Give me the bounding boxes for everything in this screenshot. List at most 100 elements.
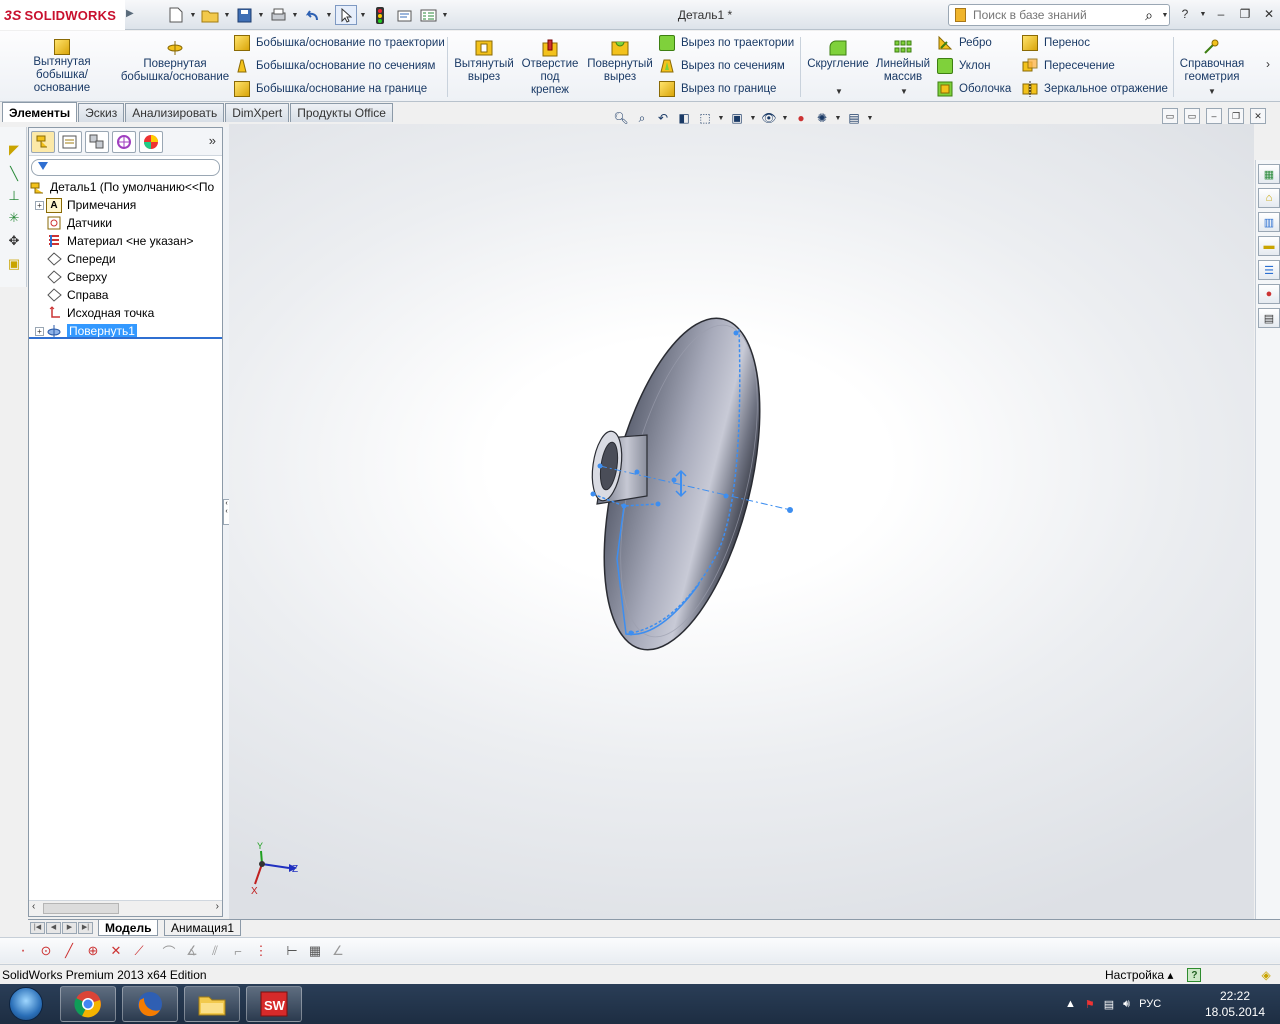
options-dropdown-icon[interactable]: ▼ (441, 12, 449, 19)
search-dropdown-icon[interactable]: ▼ (1161, 12, 1169, 19)
scene-dropdown-icon[interactable]: ▼ (834, 115, 842, 122)
menu-arrow-icon[interactable]: ▶ (126, 8, 134, 19)
viewport-close-icon[interactable]: ✕ (1250, 108, 1266, 124)
more-commands-icon[interactable]: › (1266, 57, 1270, 71)
lofted-cut-button[interactable]: Вырез по сечениям (659, 56, 785, 76)
file-explorer-icon[interactable]: ▥ (1258, 212, 1280, 232)
undo-icon[interactable] (301, 5, 323, 25)
relations-icon[interactable]: ⋮ (252, 942, 270, 960)
rebuild-traffic-light-icon[interactable] (369, 5, 391, 25)
wrap-button[interactable]: Перенос (1022, 33, 1090, 53)
tree-filter-input[interactable] (31, 159, 220, 176)
tree-item-top-plane[interactable]: Сверху (29, 268, 222, 286)
tab-dimxpert[interactable]: DimXpert (225, 103, 290, 122)
swept-cut-button[interactable]: Вырез по траектории (659, 33, 794, 53)
zoom-to-fit-icon[interactable]: 🔍︎ (612, 109, 630, 127)
open-dropdown-icon[interactable]: ▼ (223, 12, 231, 19)
help-dropdown-icon[interactable]: ▼ (1199, 11, 1207, 18)
apply-scene-icon[interactable]: ✺ (813, 109, 831, 127)
instant3d-icon[interactable]: ▣ (5, 255, 23, 273)
help-status-icon[interactable]: ? (1187, 968, 1202, 982)
taskbar-firefox[interactable] (122, 986, 178, 1022)
draft-button[interactable]: Уклон (937, 56, 991, 76)
more-tabs-icon[interactable]: » (209, 133, 216, 148)
print-icon[interactable] (267, 5, 289, 25)
tree-item-origin[interactable]: Исходная точка (29, 304, 222, 322)
solidworks-resources-icon[interactable]: ▦ (1258, 164, 1280, 184)
fillet-sketch-icon[interactable]: ⌒ (160, 942, 178, 960)
hub-body[interactable] (588, 429, 648, 505)
scroll-thumb[interactable] (43, 903, 119, 914)
options-icon[interactable] (417, 5, 439, 25)
new-dropdown-icon[interactable]: ▼ (189, 12, 197, 19)
sketch-line-icon[interactable]: ╲ (5, 165, 23, 183)
circle-icon[interactable]: ⊕ (84, 942, 102, 960)
corner-icon[interactable]: ⌐ (229, 942, 247, 960)
boundary-boss-button[interactable]: Бобышка/основание на границе (234, 79, 427, 99)
action-center-icon[interactable]: ⚑ (1085, 998, 1095, 1011)
linear-pattern-button[interactable]: Линейный массив (874, 39, 932, 84)
customize-menu[interactable]: Настройка ▴ (1105, 968, 1173, 982)
swept-boss-button[interactable]: Бобышка/основание по траектории (234, 33, 445, 53)
hide-show-items-icon[interactable]: 👁︎ (760, 109, 778, 127)
expand-icon[interactable]: + (35, 326, 44, 336)
next-tab-icon[interactable]: ▶ (62, 922, 77, 934)
close-icon[interactable]: ✕ (1259, 5, 1279, 23)
tag-icon[interactable]: ◈ (1261, 968, 1270, 982)
appearances-icon[interactable]: ● (1258, 284, 1280, 304)
display-style-dropdown-icon[interactable]: ▼ (749, 115, 757, 122)
extruded-cut-button[interactable]: Вытянутый вырез (453, 39, 515, 84)
print-dropdown-icon[interactable]: ▼ (291, 12, 299, 19)
horizontal-scrollbar[interactable]: ‹ › (29, 900, 222, 916)
ref-geometry-dropdown-icon[interactable]: ▼ (1208, 87, 1216, 96)
viewport-minimize-icon[interactable]: – (1206, 108, 1222, 124)
file-properties-icon[interactable] (393, 5, 415, 25)
taskbar-explorer[interactable] (184, 986, 240, 1022)
viewport-split-icon[interactable]: ▭ (1162, 108, 1178, 124)
tree-item-material[interactable]: Материал <не указан> (29, 232, 222, 250)
tree-item-right-plane[interactable]: Справа (29, 286, 222, 304)
custom-properties-icon[interactable]: ▤ (1258, 308, 1280, 328)
tree-item-sensors[interactable]: Датчики (29, 214, 222, 232)
select-arrow-icon[interactable] (335, 5, 357, 25)
prev-tab-icon[interactable]: ◀ (46, 922, 61, 934)
chamfer-sketch-icon[interactable]: ∡ (183, 942, 201, 960)
configuration-manager-tab-icon[interactable] (85, 130, 109, 153)
minimize-icon[interactable]: – (1211, 5, 1231, 23)
open-folder-icon[interactable] (199, 5, 221, 25)
point-icon[interactable]: ✳ (5, 209, 23, 227)
search-icon[interactable]: ⌕ (1137, 7, 1161, 24)
property-manager-tab-icon[interactable] (58, 130, 82, 153)
first-tab-icon[interactable]: |◀ (30, 922, 45, 934)
design-library-icon[interactable]: ⌂ (1258, 188, 1280, 208)
rib-button[interactable]: Ребро (937, 33, 992, 53)
feature-tree-tab-icon[interactable] (31, 130, 55, 153)
fillet-dropdown-icon[interactable]: ▼ (835, 87, 843, 96)
move-icon[interactable]: ✥ (5, 232, 23, 250)
tree-root[interactable]: Деталь1 (По умолчанию<<По (29, 178, 222, 196)
help-icon[interactable]: ? (1175, 5, 1195, 23)
clock[interactable]: 22:22 18.05.2014 (1200, 988, 1270, 1020)
save-icon[interactable] (233, 5, 255, 25)
view-settings-dropdown-icon[interactable]: ▼ (866, 115, 874, 122)
rollback-bar[interactable] (29, 337, 222, 339)
folder-icon[interactable]: ▬ (1258, 236, 1280, 256)
section-view-icon[interactable]: ◧ (675, 109, 693, 127)
revolved-boss-button[interactable]: Повернутая бобышка/основание (120, 39, 230, 84)
tab-features[interactable]: Элементы (2, 102, 78, 122)
view-orientation-icon[interactable]: ⬚ (696, 109, 714, 127)
tab-sketch[interactable]: Эскиз (78, 103, 125, 122)
edit-appearance-icon[interactable]: ● (792, 109, 810, 127)
offset-icon[interactable]: ⫽ (206, 942, 224, 960)
last-tab-icon[interactable]: ▶| (78, 922, 93, 934)
tab-animation1[interactable]: Анимация1 (164, 920, 242, 936)
lofted-boss-button[interactable]: Бобышка/основание по сечениям (234, 56, 435, 76)
search-input[interactable] (949, 8, 1137, 22)
orientation-dropdown-icon[interactable]: ▼ (717, 115, 725, 122)
undo-dropdown-icon[interactable]: ▼ (325, 12, 333, 19)
language-indicator[interactable]: РУС (1139, 998, 1161, 1010)
grid-icon[interactable]: ▦ (306, 942, 324, 960)
restore-icon[interactable]: ❐ (1235, 5, 1255, 23)
select-dropdown-icon[interactable]: ▼ (359, 12, 367, 19)
expand-icon[interactable]: + (35, 200, 44, 210)
